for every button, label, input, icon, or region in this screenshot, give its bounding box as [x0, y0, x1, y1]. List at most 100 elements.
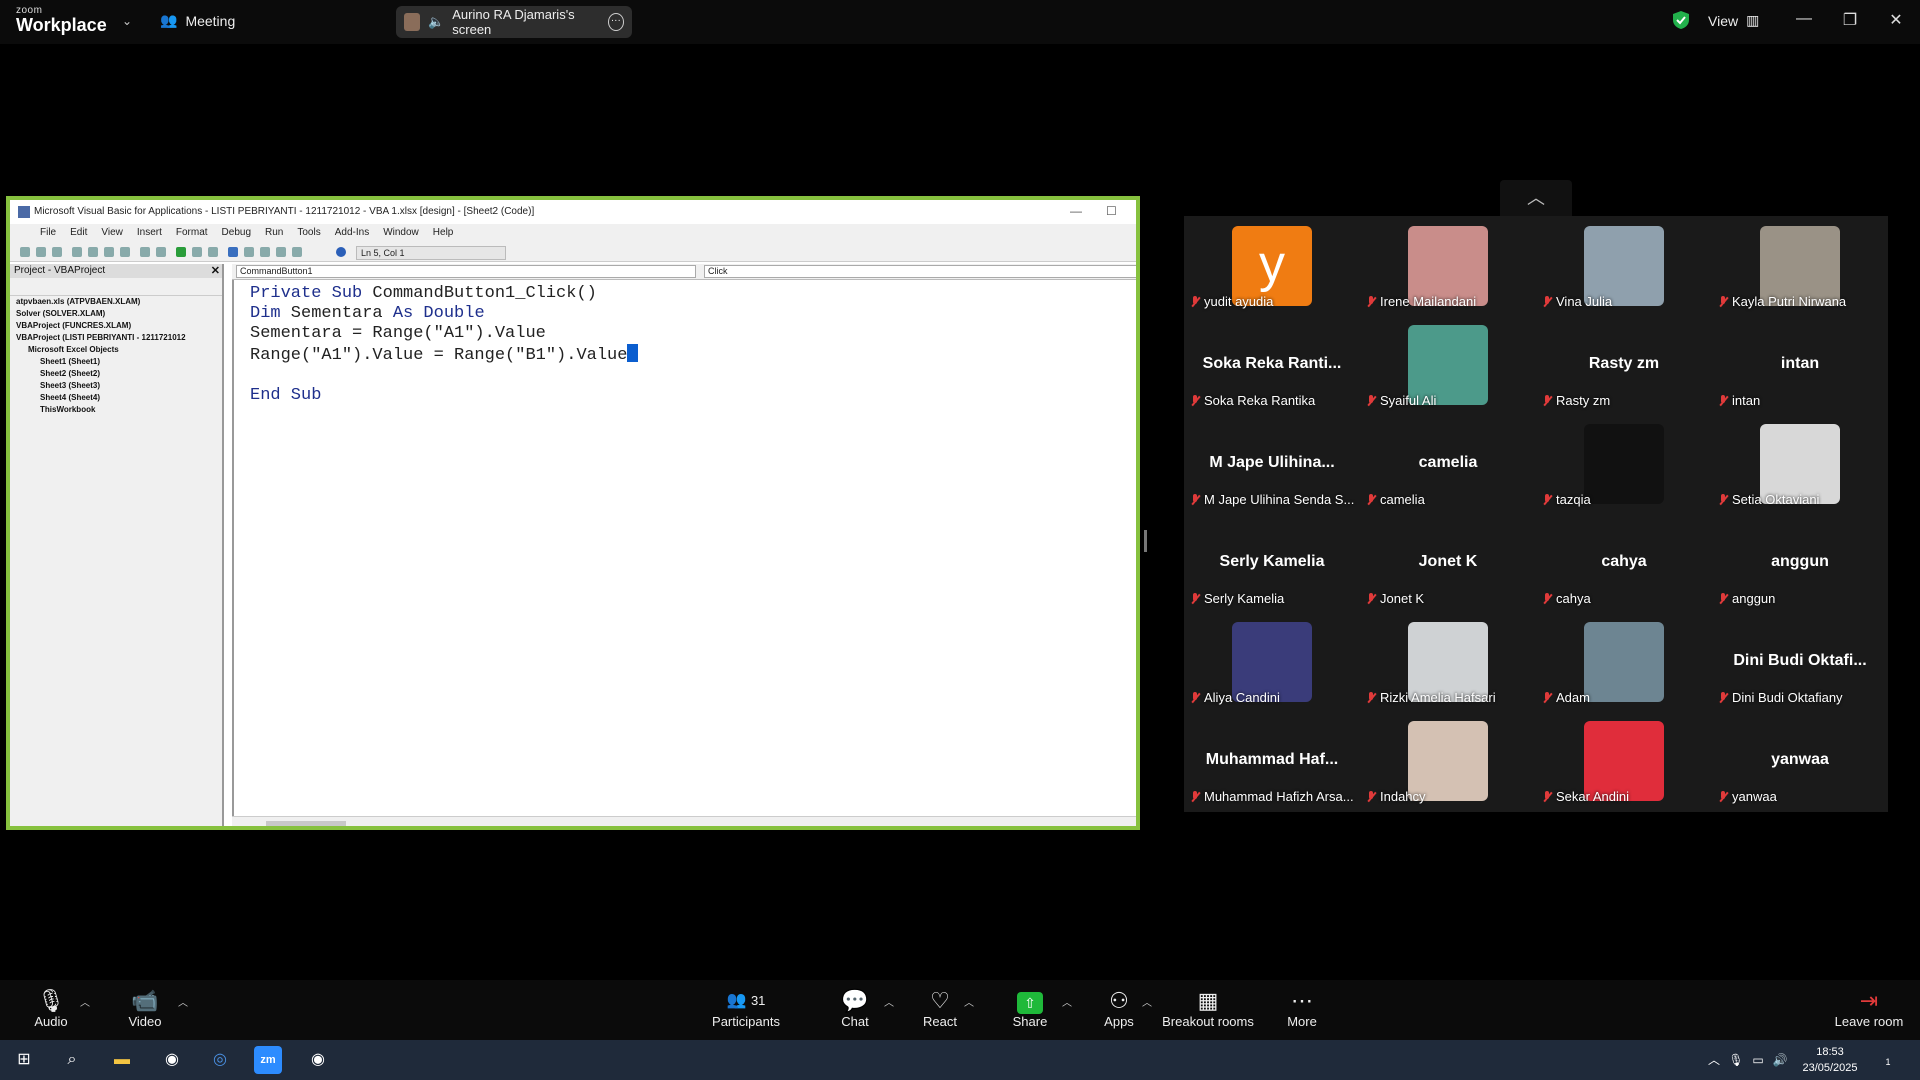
- participant-tile[interactable]: camelia camelia: [1360, 414, 1536, 513]
- toolbox-icon[interactable]: [292, 247, 302, 257]
- vba-menu-item[interactable]: Format: [176, 227, 208, 242]
- vba-menu-item[interactable]: Insert: [137, 227, 162, 242]
- minimize-icon[interactable]: —: [1794, 10, 1814, 28]
- vba-menu-item[interactable]: Tools: [297, 227, 320, 242]
- vba-menu-item[interactable]: Add-Ins: [335, 227, 369, 242]
- help-icon[interactable]: [336, 247, 346, 257]
- participant-tile[interactable]: tazqia: [1536, 414, 1712, 513]
- tree-node[interactable]: Sheet2 (Sheet2): [10, 368, 222, 380]
- participant-tile[interactable]: Kayla Putri Nirwana: [1712, 216, 1888, 315]
- audio-options-caret-icon[interactable]: ︿: [80, 994, 90, 1009]
- react-options-caret-icon[interactable]: ︿: [964, 994, 974, 1009]
- gallery-scroll-up-icon[interactable]: ︿: [1500, 180, 1572, 216]
- chevron-down-icon[interactable]: ⌄: [122, 14, 132, 28]
- search-icon[interactable]: ⌕: [58, 1046, 86, 1074]
- participant-tile[interactable]: Dini Budi Oktafi... Dini Budi Oktafiany: [1712, 612, 1888, 711]
- chrome-icon[interactable]: ◉: [158, 1046, 186, 1074]
- tree-node[interactable]: VBAProject (LISTI PEBRIYANTI - 121172101…: [10, 332, 222, 344]
- participant-tile[interactable]: Adam: [1536, 612, 1712, 711]
- meeting-info-button[interactable]: 👥 Meeting: [160, 12, 235, 29]
- insert-icon[interactable]: [36, 247, 46, 257]
- project-explorer-icon[interactable]: [244, 247, 254, 257]
- find-icon[interactable]: [120, 247, 130, 257]
- chrome-icon[interactable]: ◉: [304, 1046, 332, 1074]
- code-editor[interactable]: Private Sub CommandButton1_Click() Dim S…: [232, 280, 1136, 816]
- design-mode-icon[interactable]: [228, 247, 238, 257]
- properties-icon[interactable]: [260, 247, 270, 257]
- break-icon[interactable]: [192, 247, 202, 257]
- participant-tile[interactable]: Aliya Candini: [1184, 612, 1360, 711]
- screen-share-indicator[interactable]: 🔈 Aurino RA Djamaris's screen ···: [396, 6, 632, 38]
- vba-maximize-icon[interactable]: ☐: [1106, 204, 1117, 218]
- participant-tile[interactable]: M Jape Ulihina... M Jape Ulihina Senda S.…: [1184, 414, 1360, 513]
- chat-options-caret-icon[interactable]: ︿: [884, 994, 894, 1009]
- participant-tile[interactable]: intan intan: [1712, 315, 1888, 414]
- windows-start-icon[interactable]: ⊞: [10, 1046, 38, 1074]
- undo-icon[interactable]: [140, 247, 150, 257]
- participant-tile[interactable]: anggun anggun: [1712, 513, 1888, 612]
- participant-tile[interactable]: Rizki Amelia Hafsari: [1360, 612, 1536, 711]
- participant-tile[interactable]: Syaiful Ali: [1360, 315, 1536, 414]
- participant-tile[interactable]: y yudit ayudia: [1184, 216, 1360, 315]
- participant-tile[interactable]: Setia Oktaviani: [1712, 414, 1888, 513]
- tree-node[interactable]: atpvbaen.xls (ATPVBAEN.XLAM): [10, 296, 222, 308]
- vba-menu-item[interactable]: Help: [433, 227, 454, 242]
- participant-tile[interactable]: cahya cahya: [1536, 513, 1712, 612]
- participant-tile[interactable]: Jonet K Jonet K: [1360, 513, 1536, 612]
- tree-node[interactable]: Sheet3 (Sheet3): [10, 380, 222, 392]
- vba-menu-item[interactable]: Window: [383, 227, 419, 242]
- encryption-shield-icon[interactable]: [1672, 10, 1690, 30]
- participant-tile[interactable]: Sekar Andini: [1536, 711, 1712, 810]
- breakout-rooms-button[interactable]: ▦ Breakout rooms: [1158, 988, 1258, 1029]
- close-icon[interactable]: ✕: [211, 264, 220, 277]
- object-browser-icon[interactable]: [276, 247, 286, 257]
- vba-menu-item[interactable]: View: [101, 227, 123, 242]
- save-icon[interactable]: [52, 247, 62, 257]
- tree-node[interactable]: Sheet4 (Sheet4): [10, 392, 222, 404]
- more-options-icon[interactable]: ···: [607, 13, 624, 31]
- system-clock[interactable]: 18:53 23/05/2025: [1780, 1044, 1880, 1076]
- vba-minimize-icon[interactable]: —: [1070, 204, 1082, 218]
- participant-tile[interactable]: Irene Mailandani: [1360, 216, 1536, 315]
- split-handle[interactable]: [1144, 530, 1147, 552]
- more-button[interactable]: ⋯ More: [1257, 988, 1347, 1029]
- copy-icon[interactable]: [88, 247, 98, 257]
- tree-node[interactable]: ThisWorkbook: [10, 404, 222, 416]
- scrollbar-thumb[interactable]: [266, 821, 346, 826]
- close-icon[interactable]: ✕: [1886, 10, 1906, 30]
- tree-node[interactable]: Sheet1 (Sheet1): [10, 356, 222, 368]
- tree-node[interactable]: VBAProject (FUNCRES.XLAM): [10, 320, 222, 332]
- vba-menu-item[interactable]: File: [40, 227, 56, 242]
- procedure-dropdown[interactable]: Click: [704, 265, 1136, 278]
- code-window[interactable]: CommandButton1 Click Private Sub Command…: [232, 264, 1136, 826]
- participants-button[interactable]: 👥 31 Participants: [701, 988, 791, 1029]
- participant-tile[interactable]: yanwaa yanwaa: [1712, 711, 1888, 810]
- file-explorer-icon[interactable]: ▬: [108, 1046, 136, 1074]
- apps-options-caret-icon[interactable]: ︿: [1142, 994, 1152, 1009]
- object-dropdown[interactable]: CommandButton1: [236, 265, 696, 278]
- zoom-taskbar-icon[interactable]: zm: [254, 1046, 282, 1074]
- excel-icon[interactable]: [20, 247, 30, 257]
- vba-menu-item[interactable]: Debug: [222, 227, 251, 242]
- view-button[interactable]: View ▥: [1708, 12, 1759, 29]
- redo-icon[interactable]: [156, 247, 166, 257]
- participant-tile[interactable]: Rasty zm Rasty zm: [1536, 315, 1712, 414]
- participant-tile[interactable]: Soka Reka Ranti... Soka Reka Rantika: [1184, 315, 1360, 414]
- vba-menu-item[interactable]: Edit: [70, 227, 87, 242]
- participant-tile[interactable]: Indahcy: [1360, 711, 1536, 810]
- share-options-caret-icon[interactable]: ︿: [1062, 994, 1072, 1009]
- participant-tile[interactable]: Vina Julia: [1536, 216, 1712, 315]
- restore-icon[interactable]: ❐: [1840, 10, 1860, 30]
- video-options-caret-icon[interactable]: ︿: [178, 994, 188, 1009]
- paste-icon[interactable]: [104, 247, 114, 257]
- shared-screen[interactable]: Microsoft Visual Basic for Applications …: [6, 196, 1140, 830]
- tree-node[interactable]: Solver (SOLVER.XLAM): [10, 308, 222, 320]
- cut-icon[interactable]: [72, 247, 82, 257]
- leave-room-button[interactable]: ⇥ Leave room: [1824, 988, 1914, 1029]
- reset-icon[interactable]: [208, 247, 218, 257]
- browser-icon[interactable]: ◎: [206, 1046, 234, 1074]
- run-icon[interactable]: [176, 247, 186, 257]
- participant-tile[interactable]: Serly Kamelia Serly Kamelia: [1184, 513, 1360, 612]
- notifications-icon[interactable]: 1: [1874, 1046, 1902, 1074]
- participant-tile[interactable]: Muhammad Haf... Muhammad Hafizh Arsa...: [1184, 711, 1360, 810]
